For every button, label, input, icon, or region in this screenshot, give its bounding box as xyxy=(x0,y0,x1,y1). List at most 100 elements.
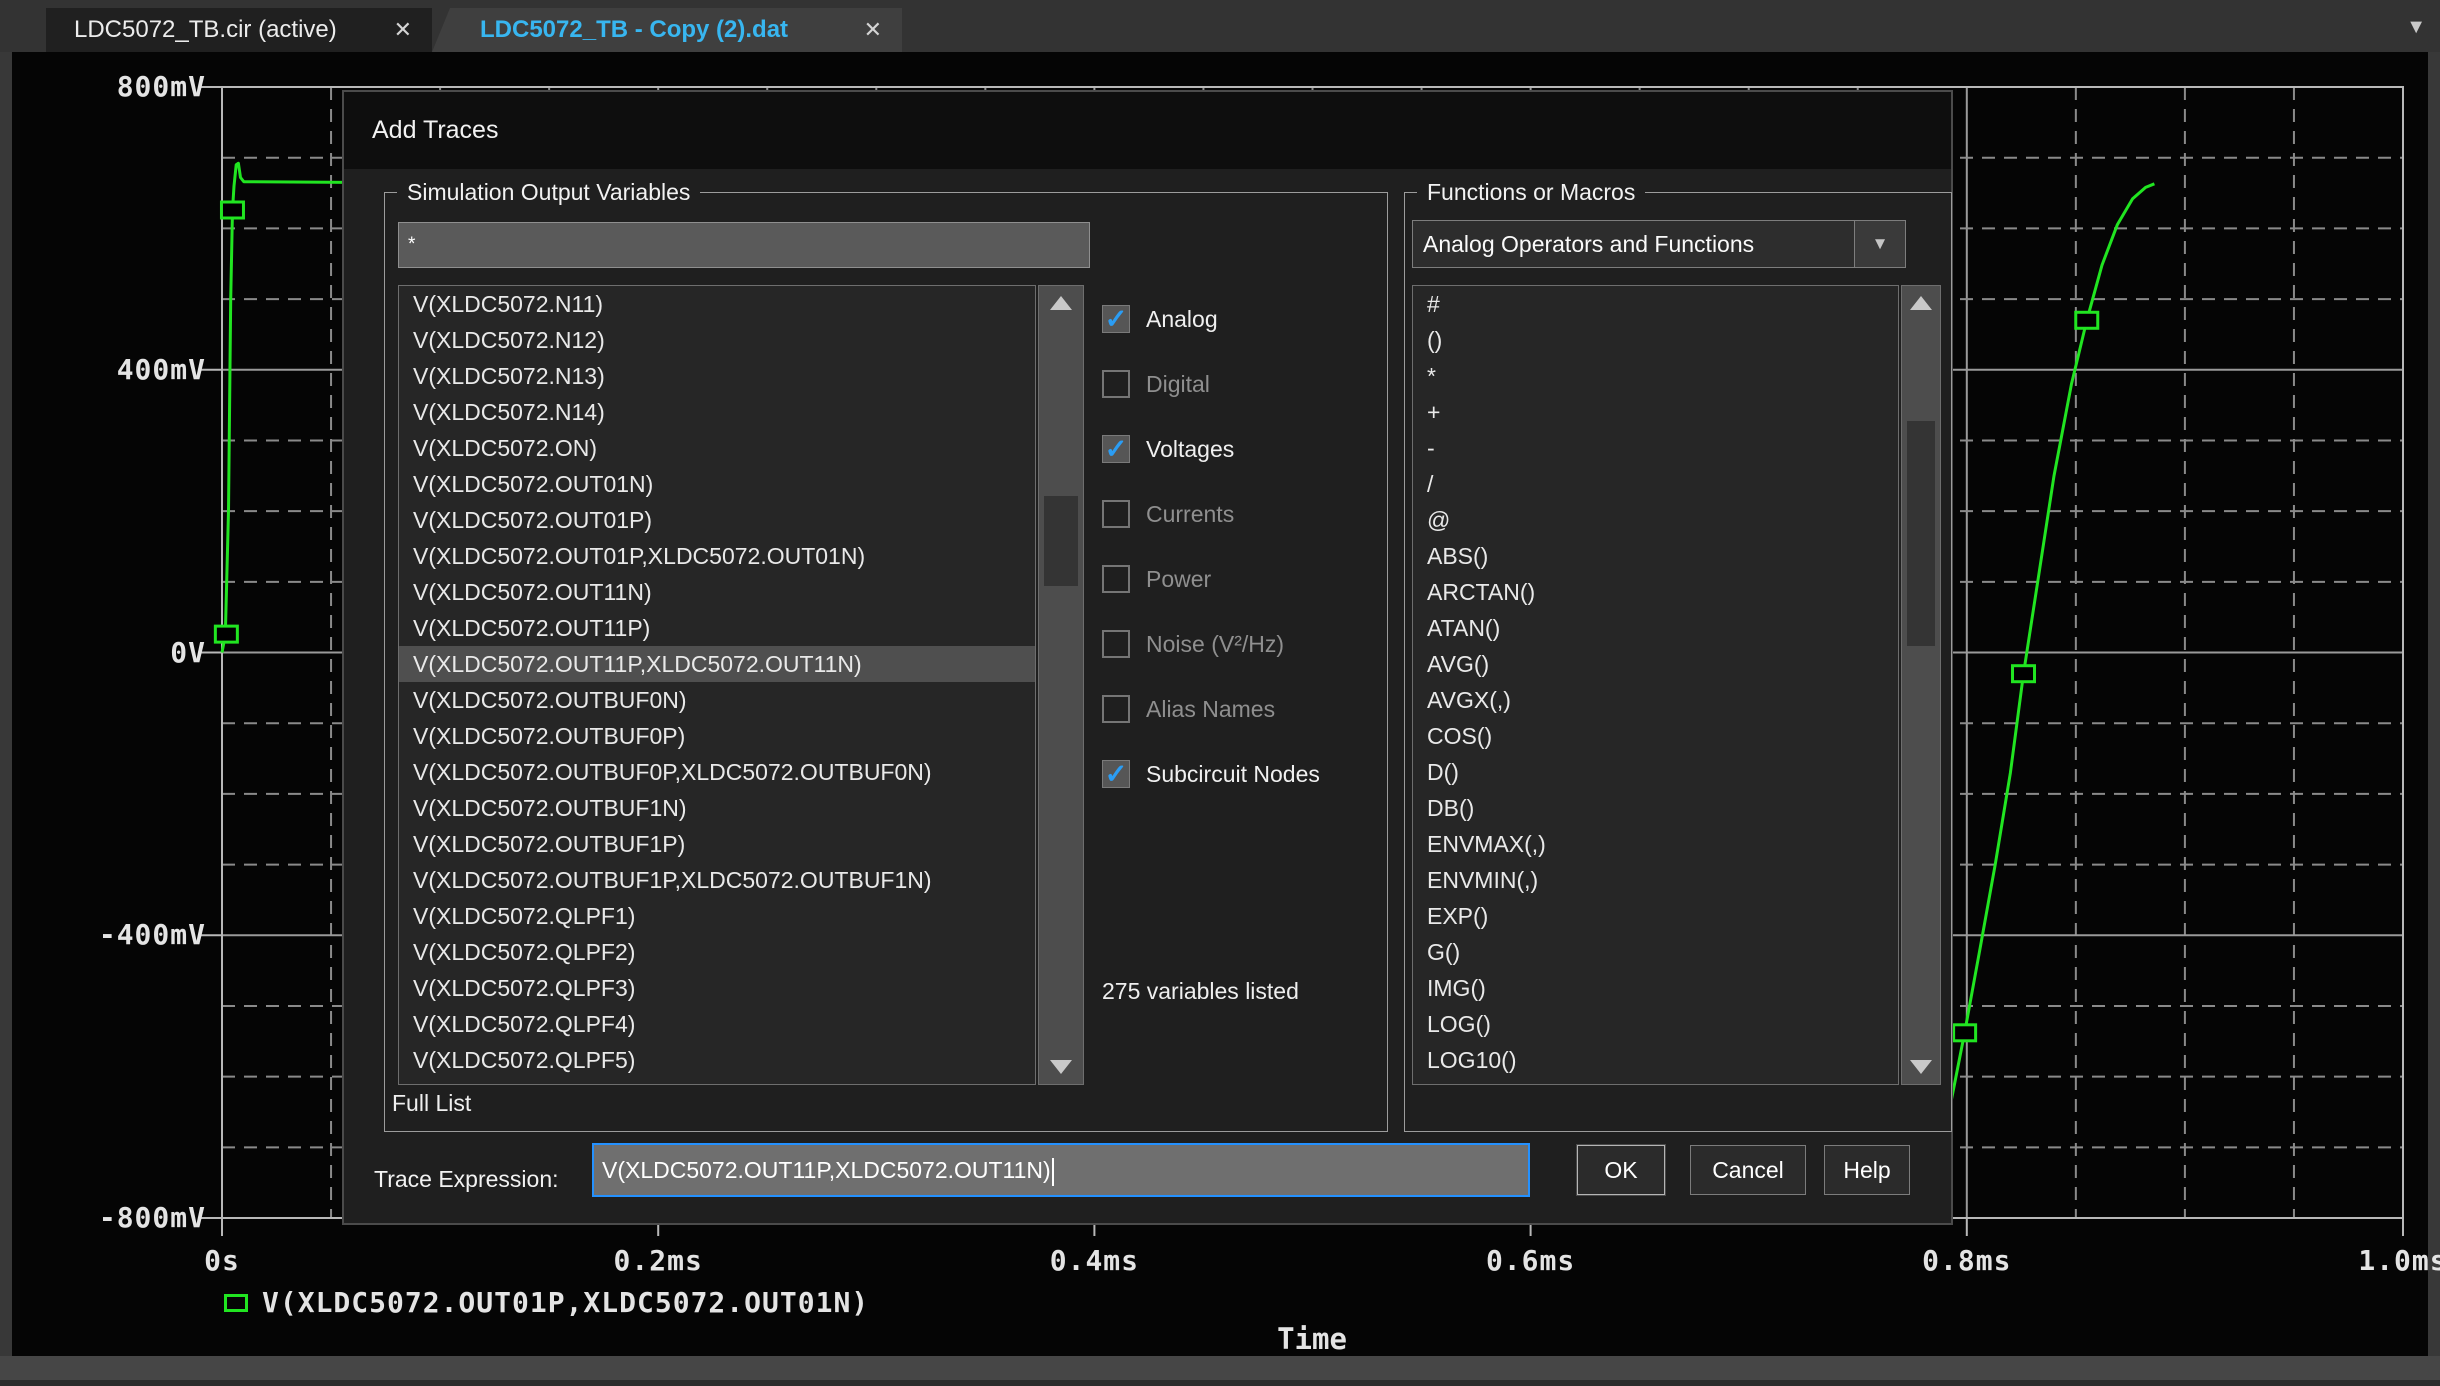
function-list-item[interactable]: () xyxy=(1413,322,1898,358)
scroll-down-icon[interactable] xyxy=(1050,1060,1072,1074)
trace-legend-label: V(XLDC5072.OUT01P,XLDC5072.OUT01N) xyxy=(262,1286,869,1319)
variables-scrollbar[interactable] xyxy=(1038,285,1084,1085)
scroll-down-icon[interactable] xyxy=(1910,1060,1932,1074)
variable-list-item[interactable]: V(XLDC5072.OUTBUF1N) xyxy=(399,790,1035,826)
variables-listbox[interactable]: V(XLDC5072.N11)V(XLDC5072.N12)V(XLDC5072… xyxy=(398,285,1036,1085)
functions-category-dropdown[interactable]: Analog Operators and Functions ▼ xyxy=(1412,220,1906,268)
help-button[interactable]: Help xyxy=(1824,1145,1910,1195)
variable-list-item[interactable]: V(XLDC5072.OUTBUF0N) xyxy=(399,682,1035,718)
function-list-item[interactable]: D() xyxy=(1413,754,1898,790)
variable-list-item[interactable]: V(XLDC5072.N11) xyxy=(399,286,1035,322)
function-list-item[interactable]: @ xyxy=(1413,502,1898,538)
function-list-item[interactable]: - xyxy=(1413,430,1898,466)
filter-checkbox-digital[interactable]: Digital xyxy=(1102,369,1402,399)
checkmark-icon: ✓ xyxy=(1105,761,1128,787)
unchecked-checkbox-icon[interactable] xyxy=(1102,370,1130,398)
variable-list-item[interactable]: V(XLDC5072.OUTBUF0P,XLDC5072.OUTBUF0N) xyxy=(399,754,1035,790)
function-list-item[interactable]: ENVMAX(,) xyxy=(1413,826,1898,862)
function-list-item[interactable]: IMG() xyxy=(1413,970,1898,1006)
probe-window: 800mV400mV0V-400mV-800mV 0s0.2ms0.4ms0.6… xyxy=(0,0,2440,1386)
trace-data-marker xyxy=(221,202,243,218)
variable-list-item[interactable]: V(XLDC5072.OUT11P) xyxy=(399,610,1035,646)
variable-list-item[interactable]: V(XLDC5072.OUTBUF1P,XLDC5072.OUTBUF1N) xyxy=(399,862,1035,898)
function-list-item[interactable]: LOG10() xyxy=(1413,1042,1898,1078)
variable-list-item[interactable]: V(XLDC5072.OUTBUF0P) xyxy=(399,718,1035,754)
variable-filter-input[interactable] xyxy=(398,222,1090,268)
trace-legend-marker-icon xyxy=(224,1294,248,1312)
function-list-item[interactable]: ARCTAN() xyxy=(1413,574,1898,610)
function-list-item[interactable]: * xyxy=(1413,358,1898,394)
function-list-item[interactable]: COS() xyxy=(1413,718,1898,754)
dialog-titlebar[interactable]: Add Traces xyxy=(344,92,1951,169)
variable-list-item[interactable]: V(XLDC5072.OUT01N) xyxy=(399,466,1035,502)
variable-list-item[interactable]: V(XLDC5072.OUT11N) xyxy=(399,574,1035,610)
trace-expression-input[interactable]: V(XLDC5072.OUT11P,XLDC5072.OUT11N) xyxy=(592,1143,1530,1197)
filter-checkbox-noise-v-hz-[interactable]: Noise (V²/Hz) xyxy=(1102,629,1402,659)
checked-checkbox-icon[interactable]: ✓ xyxy=(1102,435,1130,463)
variable-list-item[interactable]: V(XLDC5072.N12) xyxy=(399,322,1035,358)
tab-overflow-icon[interactable]: ▼ xyxy=(2406,16,2426,39)
function-list-item[interactable]: LOG() xyxy=(1413,1006,1898,1042)
variable-list-item[interactable]: V(XLDC5072.OUT01P) xyxy=(399,502,1035,538)
y-tick-label: 0V xyxy=(0,637,206,669)
variable-list-item[interactable]: V(XLDC5072.ON) xyxy=(399,430,1035,466)
variable-list-item[interactable]: V(XLDC5072.OUTBUF1P) xyxy=(399,826,1035,862)
function-list-item[interactable]: EXP() xyxy=(1413,898,1898,934)
ok-button[interactable]: OK xyxy=(1577,1145,1665,1195)
filter-checkbox-voltages[interactable]: ✓ Voltages xyxy=(1102,434,1402,464)
checkbox-label: Alias Names xyxy=(1146,696,1275,723)
trace-data-marker xyxy=(2013,666,2035,682)
filter-checkbox-alias-names[interactable]: Alias Names xyxy=(1102,694,1402,724)
checkbox-label: Voltages xyxy=(1146,436,1234,463)
function-list-item[interactable]: ABS() xyxy=(1413,538,1898,574)
x-tick-label: 0.4ms xyxy=(994,1244,1194,1277)
variable-list-item[interactable]: V(XLDC5072.N13) xyxy=(399,358,1035,394)
function-list-item[interactable]: M() xyxy=(1413,1078,1898,1085)
variable-list-item[interactable]: V(XLDC5072.QLPF2) xyxy=(399,934,1035,970)
cancel-button[interactable]: Cancel xyxy=(1690,1145,1806,1195)
checked-checkbox-icon[interactable]: ✓ xyxy=(1102,760,1130,788)
unchecked-checkbox-icon[interactable] xyxy=(1102,500,1130,528)
variable-list-item[interactable]: V(XLDC5072.QLPF4) xyxy=(399,1006,1035,1042)
filter-checkbox-analog[interactable]: ✓Analog xyxy=(1102,304,1402,334)
tab-dat-file[interactable]: LDC5072_TB - Copy (2).dat ✕ xyxy=(432,8,902,52)
variable-list-item[interactable]: V(XLDC5072.QLPF5,XLDC5072.QLPF6) xyxy=(399,1078,1035,1085)
function-list-item[interactable]: AVG() xyxy=(1413,646,1898,682)
variable-list-item[interactable]: V(XLDC5072.OUT01P,XLDC5072.OUT01N) xyxy=(399,538,1035,574)
variable-list-item[interactable]: V(XLDC5072.OUT11P,XLDC5072.OUT11N) xyxy=(399,646,1035,682)
unchecked-checkbox-icon[interactable] xyxy=(1102,695,1130,723)
unchecked-checkbox-icon[interactable] xyxy=(1102,630,1130,658)
filter-checkbox-subcircuit-nodes[interactable]: ✓Subcircuit Nodes xyxy=(1102,759,1402,789)
filter-checkbox-power[interactable]: Power xyxy=(1102,564,1402,594)
scrollbar-thumb[interactable] xyxy=(1044,496,1078,586)
tab-cir-file-label: LDC5072_TB.cir (active) xyxy=(46,16,337,44)
trace-data-marker xyxy=(2076,312,2098,328)
variable-list-item[interactable]: V(XLDC5072.QLPF5) xyxy=(399,1042,1035,1078)
variable-list-item[interactable]: V(XLDC5072.N14) xyxy=(399,394,1035,430)
function-list-item[interactable]: ENVMIN(,) xyxy=(1413,862,1898,898)
function-list-item[interactable]: + xyxy=(1413,394,1898,430)
variable-list-item[interactable]: V(XLDC5072.QLPF3) xyxy=(399,970,1035,1006)
checked-checkbox-icon[interactable]: ✓ xyxy=(1102,305,1130,333)
functions-scrollbar[interactable] xyxy=(1901,285,1941,1085)
scrollbar-thumb[interactable] xyxy=(1907,421,1935,646)
function-list-item[interactable]: / xyxy=(1413,466,1898,502)
unchecked-checkbox-icon[interactable] xyxy=(1102,565,1130,593)
function-list-item[interactable]: ATAN() xyxy=(1413,610,1898,646)
scroll-up-icon[interactable] xyxy=(1910,296,1932,310)
tab-cir-file[interactable]: LDC5072_TB.cir (active) ✕ xyxy=(46,8,432,52)
function-list-item[interactable]: # xyxy=(1413,286,1898,322)
x-tick-label: 0.8ms xyxy=(1867,1244,2067,1277)
functions-category-value: Analog Operators and Functions xyxy=(1413,221,1854,267)
tab-cir-close-icon[interactable]: ✕ xyxy=(394,17,412,43)
function-list-item[interactable]: AVGX(,) xyxy=(1413,682,1898,718)
function-list-item[interactable]: DB() xyxy=(1413,790,1898,826)
tab-dat-close-icon[interactable]: ✕ xyxy=(864,17,882,43)
filter-checkbox-currents[interactable]: Currents xyxy=(1102,499,1402,529)
dropdown-arrow-icon[interactable]: ▼ xyxy=(1854,221,1905,267)
functions-listbox[interactable]: #()*+-/@ABS()ARCTAN()ATAN()AVG()AVGX(,)C… xyxy=(1412,285,1899,1085)
checkbox-label: Noise (V²/Hz) xyxy=(1146,631,1284,658)
variable-list-item[interactable]: V(XLDC5072.QLPF1) xyxy=(399,898,1035,934)
scroll-up-icon[interactable] xyxy=(1050,296,1072,310)
function-list-item[interactable]: G() xyxy=(1413,934,1898,970)
